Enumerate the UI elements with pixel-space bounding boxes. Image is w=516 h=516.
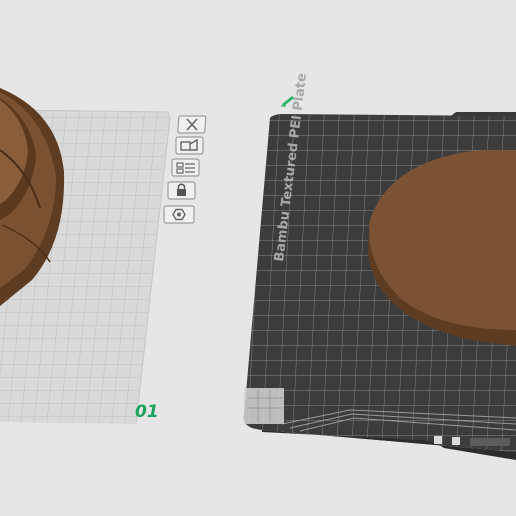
lock-icon[interactable] bbox=[167, 181, 196, 200]
arrange-icon[interactable] bbox=[171, 158, 200, 177]
plate-number-label: 01 bbox=[135, 402, 159, 422]
settings-icon[interactable] bbox=[163, 205, 195, 224]
plate-01-toolbar bbox=[163, 115, 207, 224]
orient-icon[interactable] bbox=[175, 136, 204, 155]
plate-02-origin-corner bbox=[244, 388, 284, 424]
3d-viewport[interactable]: 01 Bambu Textured PEI Plate bbox=[0, 0, 516, 516]
close-icon[interactable] bbox=[177, 115, 207, 134]
